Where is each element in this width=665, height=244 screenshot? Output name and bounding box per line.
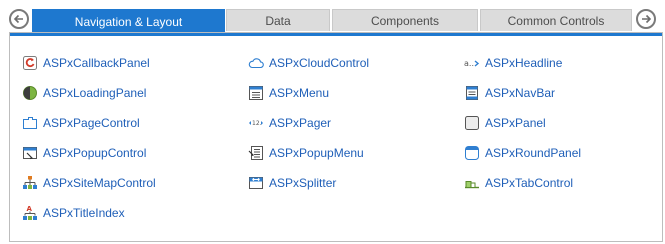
item-label: ASPxPopupControl — [43, 146, 147, 160]
item-title-index[interactable]: A ASPxTitleIndex — [22, 205, 125, 221]
item-tab-control[interactable]: ASPxTabControl — [464, 175, 573, 191]
navbar-icon — [466, 86, 478, 100]
popup-control-icon — [23, 147, 37, 160]
item-label: ASPxRoundPanel — [485, 146, 582, 160]
arrow-right-icon — [642, 14, 652, 24]
tab-navigation-layout[interactable]: Navigation & Layout — [32, 9, 225, 33]
item-callback-panel[interactable]: ASPxCallbackPanel — [22, 55, 150, 71]
tab-label: Navigation & Layout — [74, 14, 183, 29]
item-label: ASPxNavBar — [485, 86, 556, 100]
item-round-panel[interactable]: ASPxRoundPanel — [464, 145, 581, 161]
item-label: ASPxTabControl — [485, 176, 574, 190]
sitemap-icon — [23, 176, 37, 189]
active-tab-underline — [10, 33, 662, 36]
item-label: ASPxSiteMapControl — [43, 176, 156, 190]
tab-components[interactable]: Components — [332, 9, 478, 31]
item-navbar[interactable]: ASPxNavBar — [464, 85, 555, 101]
pager-icon: 12. — [249, 120, 263, 127]
item-loading-panel[interactable]: ASPxLoadingPanel — [22, 85, 146, 101]
item-cloud-control[interactable]: ASPxCloudControl — [248, 55, 369, 71]
tab-strip: Navigation & Layout Data Components Comm… — [32, 9, 632, 33]
item-label: ASPxSplitter — [269, 176, 337, 190]
item-label: ASPxPanel — [485, 116, 546, 130]
page-control-icon — [23, 117, 37, 129]
tab-common-controls[interactable]: Common Controls — [480, 9, 632, 31]
item-menu[interactable]: ASPxMenu — [248, 85, 329, 101]
item-label: ASPxCloudControl — [269, 56, 370, 70]
item-sitemap-control[interactable]: ASPxSiteMapControl — [22, 175, 156, 191]
item-label: ASPxLoadingPanel — [43, 86, 147, 100]
item-popup-control[interactable]: ASPxPopupControl — [22, 145, 146, 161]
title-index-icon: A — [23, 205, 37, 220]
loading-panel-icon — [23, 86, 37, 100]
item-panel[interactable]: ASPxPanel — [464, 115, 546, 131]
item-label: ASPxPageControl — [43, 116, 140, 130]
scroll-left-button[interactable] — [9, 9, 29, 29]
cloud-icon — [248, 58, 264, 69]
item-label: ASPxPager — [269, 116, 332, 130]
popup-menu-icon — [248, 146, 263, 160]
tab-label: Data — [265, 13, 291, 28]
item-label: ASPxHeadline — [485, 56, 563, 70]
panel-icon — [465, 116, 479, 130]
tab-data[interactable]: Data — [226, 9, 330, 31]
arrow-left-icon — [13, 14, 23, 24]
menu-icon — [249, 86, 263, 100]
item-pager[interactable]: 12. ASPxPager — [248, 115, 331, 131]
headline-icon: a.. — [464, 59, 480, 68]
splitter-icon — [249, 177, 263, 189]
item-headline[interactable]: a.. ASPxHeadline — [464, 55, 562, 71]
item-label: ASPxTitleIndex — [43, 206, 125, 220]
item-page-control[interactable]: ASPxPageControl — [22, 115, 140, 131]
tab-content-panel: ASPxCallbackPanel ASPxLoadingPanel ASPxP… — [9, 32, 663, 242]
svg-text:a..: a.. — [464, 59, 474, 68]
scroll-right-button[interactable] — [636, 9, 656, 29]
round-panel-icon — [465, 146, 479, 160]
tab-control-icon — [465, 181, 479, 189]
item-label: ASPxPopupMenu — [269, 146, 364, 160]
callback-panel-icon — [23, 56, 37, 70]
item-popup-menu[interactable]: ASPxPopupMenu — [248, 145, 364, 161]
tab-label: Common Controls — [507, 13, 605, 28]
item-label: ASPxMenu — [269, 86, 330, 100]
item-label: ASPxCallbackPanel — [43, 56, 150, 70]
svg-text:12.: 12. — [252, 120, 262, 127]
tab-label: Components — [370, 13, 440, 28]
item-splitter[interactable]: ASPxSplitter — [248, 175, 336, 191]
